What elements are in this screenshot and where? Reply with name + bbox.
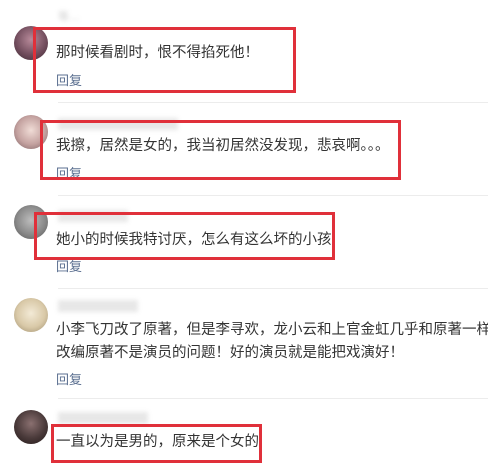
avatar[interactable]: [14, 298, 48, 332]
username[interactable]: [58, 118, 178, 130]
avatar[interactable]: [14, 410, 48, 444]
comment-text-line-2: 改编原著不是演员的问题！好的演员就是能把戏演好！: [56, 345, 404, 361]
divider: [58, 288, 488, 289]
reply-link[interactable]: 回复: [56, 256, 82, 275]
comment-text-line-1: 小李飞刀改了原著，但是李寻欢，龙小云和上官金虹几乎和原著一样！: [56, 322, 488, 338]
divider: [58, 195, 488, 196]
reply-link[interactable]: 回复: [56, 369, 82, 388]
comment-text: 我擦，居然是女的，我当初居然没发现，悲哀啊。。。: [56, 138, 390, 154]
reply-link[interactable]: 回复: [56, 163, 82, 182]
divider: [58, 102, 488, 103]
comment-text: 那时候看剧时，恨不得掐死他！: [56, 45, 259, 61]
avatar[interactable]: [14, 26, 48, 60]
username[interactable]: 等...: [58, 8, 80, 23]
divider: [58, 398, 488, 399]
username[interactable]: [58, 210, 128, 222]
avatar[interactable]: [14, 205, 48, 239]
avatar[interactable]: [14, 115, 48, 149]
comment-text: 她小的时候我特讨厌，怎么有这么坏的小孩: [56, 232, 332, 248]
comment-text: 一直以为是男的，原来是个女的: [56, 434, 259, 450]
username[interactable]: [58, 412, 148, 424]
username[interactable]: [58, 300, 138, 312]
reply-link[interactable]: 回复: [56, 70, 82, 89]
